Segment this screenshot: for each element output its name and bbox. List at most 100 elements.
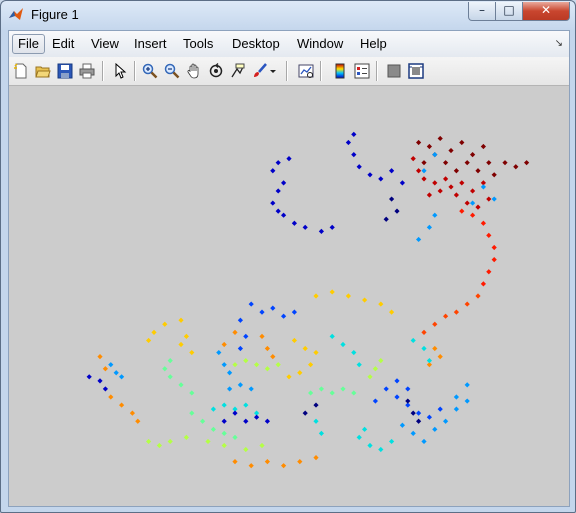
scatter-point bbox=[448, 147, 454, 154]
brush-icon[interactable] bbox=[250, 61, 270, 81]
scatter-series bbox=[86, 131, 405, 424]
menu-tools[interactable]: Tools bbox=[178, 34, 218, 54]
dock-arrow-icon[interactable]: ↘ bbox=[555, 38, 563, 49]
save-icon[interactable] bbox=[55, 61, 75, 81]
colorbar-icon[interactable] bbox=[330, 61, 350, 81]
title-bar[interactable]: Figure 1 – □ ✕ bbox=[1, 1, 575, 29]
scatter-point bbox=[464, 382, 470, 388]
maximize-button[interactable]: □ bbox=[495, 2, 523, 21]
data-cursor-icon[interactable] bbox=[228, 61, 248, 81]
scatter-point bbox=[394, 394, 400, 400]
scatter-point bbox=[464, 398, 470, 404]
scatter-point bbox=[437, 188, 443, 194]
menu-edit[interactable]: Edit bbox=[47, 34, 79, 54]
toolbar-separator bbox=[376, 61, 378, 81]
scatter-series bbox=[416, 135, 530, 178]
scatter-point bbox=[270, 305, 276, 311]
link-plot-icon[interactable] bbox=[296, 61, 316, 81]
scatter-point bbox=[351, 131, 357, 137]
minimize-button[interactable]: – bbox=[468, 2, 496, 21]
scatter-point bbox=[480, 220, 486, 226]
scatter-point bbox=[356, 362, 362, 368]
scatter-series bbox=[108, 152, 497, 445]
plot-canvas[interactable] bbox=[9, 86, 569, 506]
scatter-point bbox=[221, 418, 227, 424]
scatter-point bbox=[308, 390, 314, 396]
scatter-point bbox=[416, 139, 422, 146]
scatter-point bbox=[119, 402, 125, 408]
zoom-in-icon[interactable] bbox=[140, 61, 160, 81]
legend-icon[interactable] bbox=[352, 61, 372, 81]
new-figure-icon[interactable] bbox=[11, 61, 31, 81]
figure-toolbar bbox=[9, 57, 569, 86]
scatter-point bbox=[178, 317, 184, 323]
scatter-point bbox=[443, 176, 449, 182]
scatter-point bbox=[421, 329, 427, 335]
scatter-point bbox=[459, 139, 465, 146]
scatter-point bbox=[178, 382, 184, 388]
scatter-point bbox=[432, 180, 438, 186]
show-plot-tools-icon[interactable] bbox=[406, 61, 426, 81]
scatter-point bbox=[313, 418, 319, 424]
scatter-point bbox=[275, 362, 281, 368]
brush-dropdown-icon[interactable] bbox=[268, 61, 278, 81]
scatter-point bbox=[97, 354, 103, 360]
scatter-point bbox=[129, 410, 135, 416]
figure-client-area: File Edit View Insert Tools Desktop Wind… bbox=[8, 30, 570, 507]
scatter-point bbox=[281, 212, 287, 218]
scatter-point bbox=[383, 216, 389, 222]
scatter-point bbox=[453, 192, 459, 198]
scatter-point bbox=[453, 406, 459, 412]
scatter-point bbox=[356, 164, 362, 170]
scatter-point bbox=[470, 152, 476, 158]
scatter-point bbox=[275, 188, 281, 194]
pointer-icon[interactable] bbox=[110, 61, 130, 81]
scatter-point bbox=[108, 394, 114, 400]
zoom-out-icon[interactable] bbox=[162, 61, 182, 81]
scatter-point bbox=[378, 358, 384, 364]
scatter-point bbox=[464, 160, 470, 166]
scatter-point bbox=[221, 341, 227, 348]
open-file-icon[interactable] bbox=[33, 61, 53, 81]
scatter-series bbox=[210, 333, 432, 453]
scatter-point bbox=[410, 156, 416, 162]
rotate-3d-icon[interactable] bbox=[206, 61, 226, 81]
scatter-point bbox=[410, 410, 416, 416]
scatter-point bbox=[302, 345, 308, 352]
scatter-point bbox=[146, 438, 152, 445]
menu-window[interactable]: Window bbox=[292, 34, 348, 54]
scatter-point bbox=[329, 333, 335, 339]
scatter-point bbox=[362, 426, 368, 432]
scatter-point bbox=[259, 309, 265, 315]
scatter-point bbox=[345, 139, 351, 146]
scatter-point bbox=[491, 257, 497, 263]
scatter-point bbox=[291, 309, 297, 315]
scatter-point bbox=[340, 341, 346, 348]
scatter-point bbox=[426, 358, 432, 364]
menu-help[interactable]: Help bbox=[355, 34, 392, 54]
scatter-point bbox=[183, 434, 189, 440]
menu-view[interactable]: View bbox=[86, 34, 124, 54]
scatter-point bbox=[86, 374, 92, 380]
print-icon[interactable] bbox=[77, 61, 97, 81]
scatter-point bbox=[459, 180, 465, 186]
scatter-point bbox=[351, 349, 357, 356]
menu-desktop[interactable]: Desktop bbox=[227, 34, 285, 54]
scatter-point bbox=[318, 430, 324, 436]
scatter-plot[interactable] bbox=[9, 86, 569, 506]
menu-file[interactable]: File bbox=[12, 34, 45, 54]
scatter-point bbox=[243, 333, 249, 339]
scatter-point bbox=[237, 345, 243, 352]
figure-window: Figure 1 – □ ✕ File Edit View Insert Too… bbox=[0, 0, 576, 513]
scatter-point bbox=[340, 386, 346, 392]
hide-plot-tools-icon[interactable] bbox=[384, 61, 404, 81]
scatter-point bbox=[205, 438, 211, 445]
pan-hand-icon[interactable] bbox=[184, 61, 204, 81]
scatter-point bbox=[189, 410, 195, 416]
menu-insert[interactable]: Insert bbox=[129, 34, 172, 54]
scatter-point bbox=[221, 402, 227, 408]
scatter-point bbox=[421, 168, 427, 174]
close-button[interactable]: ✕ bbox=[522, 2, 570, 21]
scatter-point bbox=[464, 301, 470, 307]
scatter-point bbox=[237, 317, 243, 323]
